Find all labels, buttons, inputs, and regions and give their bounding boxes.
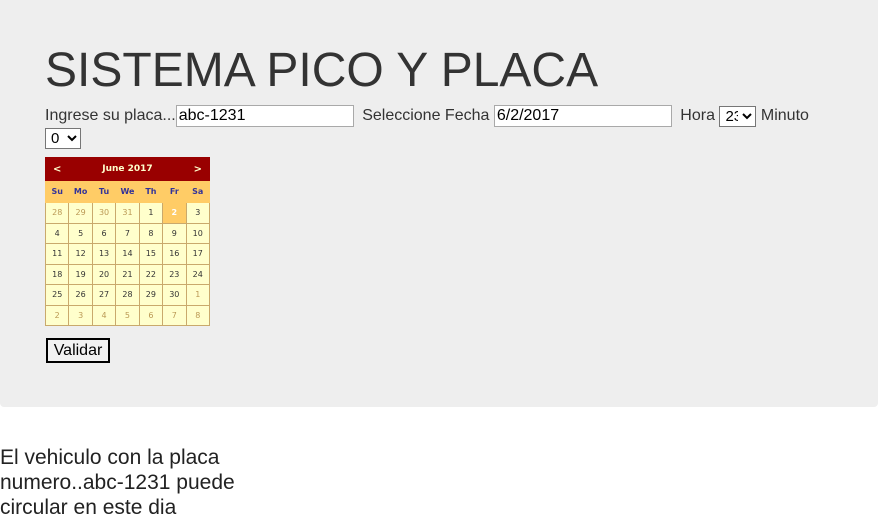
calendar-day[interactable]: 8 bbox=[138, 222, 164, 244]
calendar-day[interactable]: 2 bbox=[44, 304, 70, 326]
calendar-day[interactable]: 14 bbox=[115, 243, 140, 265]
calendar-day[interactable]: 18 bbox=[44, 263, 70, 285]
calendar-day[interactable]: 27 bbox=[91, 284, 117, 306]
calendar-day[interactable]: 10 bbox=[185, 222, 211, 244]
calendar-day[interactable]: 29 bbox=[68, 202, 93, 224]
result-message: El vehiculo con la placa numero..abc-123… bbox=[0, 446, 235, 519]
weekday-header: Th bbox=[138, 180, 164, 203]
calendar-day[interactable]: 9 bbox=[162, 222, 187, 244]
calendar-day[interactable]: 16 bbox=[162, 243, 187, 265]
calendar-day[interactable]: 31 bbox=[115, 202, 140, 224]
calendar-day[interactable]: 6 bbox=[91, 222, 117, 244]
calendar-day[interactable]: 29 bbox=[138, 284, 164, 306]
calendar-day[interactable]: 1 bbox=[185, 284, 211, 306]
weekday-header: Mo bbox=[68, 180, 93, 203]
calendar-week: 28 29 30 31 1 2 3 bbox=[44, 202, 211, 224]
prev-month-link[interactable]: < bbox=[44, 157, 70, 181]
calendar-day[interactable]: 12 bbox=[68, 243, 93, 265]
form-row: Ingrese su placa... Seleccione Fecha Hor… bbox=[45, 104, 845, 128]
calendar-day[interactable]: 15 bbox=[138, 243, 164, 265]
calendar-day[interactable]: 28 bbox=[115, 284, 140, 306]
hour-select[interactable]: 23 bbox=[719, 105, 757, 127]
minute-select[interactable]: 0 bbox=[45, 128, 81, 149]
page-title: SISTEMA PICO Y PLACA bbox=[45, 44, 599, 97]
date-input[interactable] bbox=[493, 105, 672, 127]
calendar-day[interactable]: 5 bbox=[68, 222, 93, 244]
calendar-day[interactable]: 19 bbox=[68, 263, 93, 285]
next-month-link[interactable]: > bbox=[185, 157, 211, 181]
calendar-day[interactable]: 3 bbox=[185, 202, 211, 224]
calendar: < June 2017 > Su Mo Tu We Th Fr Sa 28 29 30 31 1 2 3… bbox=[44, 157, 211, 326]
calendar-day[interactable]: 21 bbox=[115, 263, 140, 285]
calendar-day[interactable]: 7 bbox=[115, 222, 140, 244]
plate-label: Ingrese su placa... bbox=[45, 107, 176, 124]
main-panel: SISTEMA PICO Y PLACA Ingrese su placa...… bbox=[0, 0, 878, 407]
calendar-day[interactable]: 28 bbox=[44, 202, 70, 224]
calendar-day[interactable]: 26 bbox=[68, 284, 93, 306]
calendar-day[interactable]: 25 bbox=[44, 284, 70, 306]
weekday-header: Su bbox=[44, 180, 70, 203]
calendar-day[interactable]: 13 bbox=[91, 243, 117, 265]
weekday-header: We bbox=[115, 180, 140, 203]
plate-input[interactable] bbox=[175, 105, 354, 127]
calendar-day[interactable]: 20 bbox=[91, 263, 117, 285]
calendar-week: 25 26 27 28 29 30 1 bbox=[44, 284, 211, 306]
calendar-week: 18 19 20 21 22 23 24 bbox=[44, 263, 211, 285]
minute-label: Minuto bbox=[760, 107, 809, 124]
weekday-header: Sa bbox=[185, 180, 211, 203]
calendar-day[interactable]: 30 bbox=[162, 284, 187, 306]
calendar-day[interactable]: 5 bbox=[115, 304, 140, 326]
calendar-day[interactable]: 22 bbox=[138, 263, 164, 285]
calendar-month-title: June 2017 bbox=[68, 157, 187, 181]
calendar-day[interactable]: 6 bbox=[138, 304, 164, 326]
calendar-day[interactable]: 4 bbox=[91, 304, 117, 326]
hour-label: Hora bbox=[680, 107, 715, 124]
calendar-day[interactable]: 3 bbox=[68, 304, 93, 326]
weekday-header: Tu bbox=[91, 180, 117, 203]
calendar-day[interactable]: 11 bbox=[44, 243, 70, 265]
date-label: Seleccione Fecha bbox=[362, 107, 490, 124]
validate-button[interactable]: Validar bbox=[46, 338, 110, 363]
calendar-day[interactable]: 17 bbox=[185, 243, 211, 265]
calendar-day[interactable]: 8 bbox=[185, 304, 211, 326]
calendar-day[interactable]: 2 bbox=[162, 202, 187, 224]
calendar-week: 11 12 13 14 15 16 17 bbox=[44, 243, 211, 265]
calendar-week: 4 5 6 7 8 9 10 bbox=[44, 222, 211, 244]
calendar-day[interactable]: 30 bbox=[91, 202, 117, 224]
calendar-day[interactable]: 1 bbox=[138, 202, 164, 224]
calendar-day[interactable]: 23 bbox=[162, 263, 187, 285]
calendar-day[interactable]: 24 bbox=[185, 263, 211, 285]
weekday-header: Fr bbox=[162, 180, 187, 203]
calendar-day[interactable]: 7 bbox=[162, 304, 187, 326]
calendar-day[interactable]: 4 bbox=[44, 222, 70, 244]
calendar-week: 2345678 bbox=[44, 304, 211, 326]
